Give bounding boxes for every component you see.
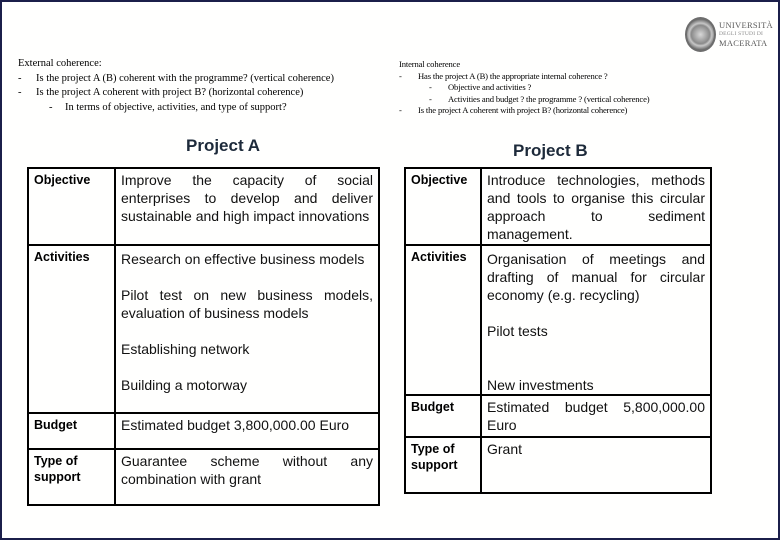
row-label: Objective [27,167,116,246]
table-row-objective: Objective Improve the capacity of social… [27,167,380,246]
row-value: Grant [480,436,712,494]
university-logo: UNIVERSITÀ DEGLI STUDI DI MACERATA [685,14,773,54]
budget-text: Estimated budget 3,800,000.00 Euro [121,417,350,433]
slide: UNIVERSITÀ DEGLI STUDI DI MACERATA Exter… [0,0,780,540]
row-label: Type of support [27,448,116,506]
row-label: Activities [404,244,482,396]
list-subitem: - Activities and budget ? the programme … [399,94,699,106]
project-b-table: Objective Introduce technologies, method… [404,167,712,494]
project-a-table: Objective Improve the capacity of social… [27,167,380,506]
row-value: Guarantee scheme without any combination… [114,448,380,506]
row-value: Estimated budget 3,800,000.00 Euro [114,412,380,450]
row-label: Objective [404,167,482,246]
activity-item: Pilot tests [487,323,548,339]
support-text: Grant [487,441,523,457]
external-coherence-block: External coherence: - Is the project A (… [18,57,378,115]
list-item-text: In terms of objective, activities, and t… [65,101,287,113]
budget-text: Estimated budget 5,800,000.00 Euro [487,399,705,433]
activity-item: Establishing network [121,341,250,357]
objective-text: Introduce technologies, methods and tool… [487,172,705,242]
project-b-title: Project B [513,141,588,160]
table-row-support: Type of support Guarantee scheme without… [27,448,380,506]
table-row-budget: Budget Estimated budget 3,800,000.00 Eur… [27,412,380,450]
row-label: Activities [27,244,116,414]
list-item-text: Is the project A coherent with project B… [36,87,304,98]
bullet-dash: - [429,82,432,93]
list-item: - Is the project A coherent with project… [399,105,699,117]
row-label: Budget [404,394,482,438]
list-item: - Is the project A coherent with project… [18,86,378,101]
list-subitem: - Objective and activities ? [399,82,699,94]
external-coherence-heading: External coherence: [18,58,102,69]
activity-item: New investments [487,377,594,393]
table-row-activities: Activities Organisation of meetings and … [404,244,712,396]
table-row-support: Type of support Grant [404,436,712,494]
activity-item: Building a motorway [121,377,248,393]
row-value: Estimated budget 5,800,000.00 Euro [480,394,712,438]
row-label: Budget [27,412,116,450]
table-row-objective: Objective Introduce technologies, method… [404,167,712,246]
list-item-text: Objective and activities ? [448,82,532,93]
logo-line-3: MACERATA [719,37,768,48]
row-value: Introduce technologies, methods and tool… [480,167,712,246]
objective-text: Improve the capacity of social enterpris… [121,172,373,224]
row-value: Research on effective business models Pi… [114,244,380,414]
university-seal-icon [685,16,716,52]
activity-item: Pilot test on new business models, evalu… [121,287,373,321]
activity-item: Research on effective business models [121,251,365,267]
row-value: Improve the capacity of social enterpris… [114,167,380,246]
bullet-dash: - [399,105,402,116]
logo-text: UNIVERSITÀ DEGLI STUDI DI MACERATA [719,19,773,48]
bullet-dash: - [18,72,22,84]
list-subitem: - In terms of objective, activities, and… [18,101,378,116]
table-row-activities: Activities Research on effective busines… [27,244,380,414]
row-label: Type of support [404,436,482,494]
bullet-dash: - [429,93,432,104]
list-item-text: Is the project A (B) coherent with the p… [36,72,334,84]
list-item-text: Has the project A (B) the appropriate in… [418,70,608,81]
bullet-dash: - [399,70,402,81]
support-text: Guarantee scheme without any combination… [121,453,373,487]
table-row-budget: Budget Estimated budget 5,800,000.00 Eur… [404,394,712,438]
activity-item: Organisation of meetings and drafting of… [487,251,705,303]
internal-coherence-block: Internal coherence - Has the project A (… [399,59,699,117]
bullet-dash: - [18,87,22,98]
list-item-text: Activities and budget ? the programme ? … [448,93,650,104]
internal-coherence-heading: Internal coherence [399,59,460,69]
logo-line-1: UNIVERSITÀ [719,19,773,30]
project-a-title: Project A [186,136,261,155]
list-item: - Is the project A (B) coherent with the… [18,72,378,87]
bullet-dash: - [49,101,53,113]
list-item: - Has the project A (B) the appropriate … [399,71,699,83]
row-value: Organisation of meetings and drafting of… [480,244,712,396]
list-item-text: Is the project A coherent with project B… [418,105,628,116]
